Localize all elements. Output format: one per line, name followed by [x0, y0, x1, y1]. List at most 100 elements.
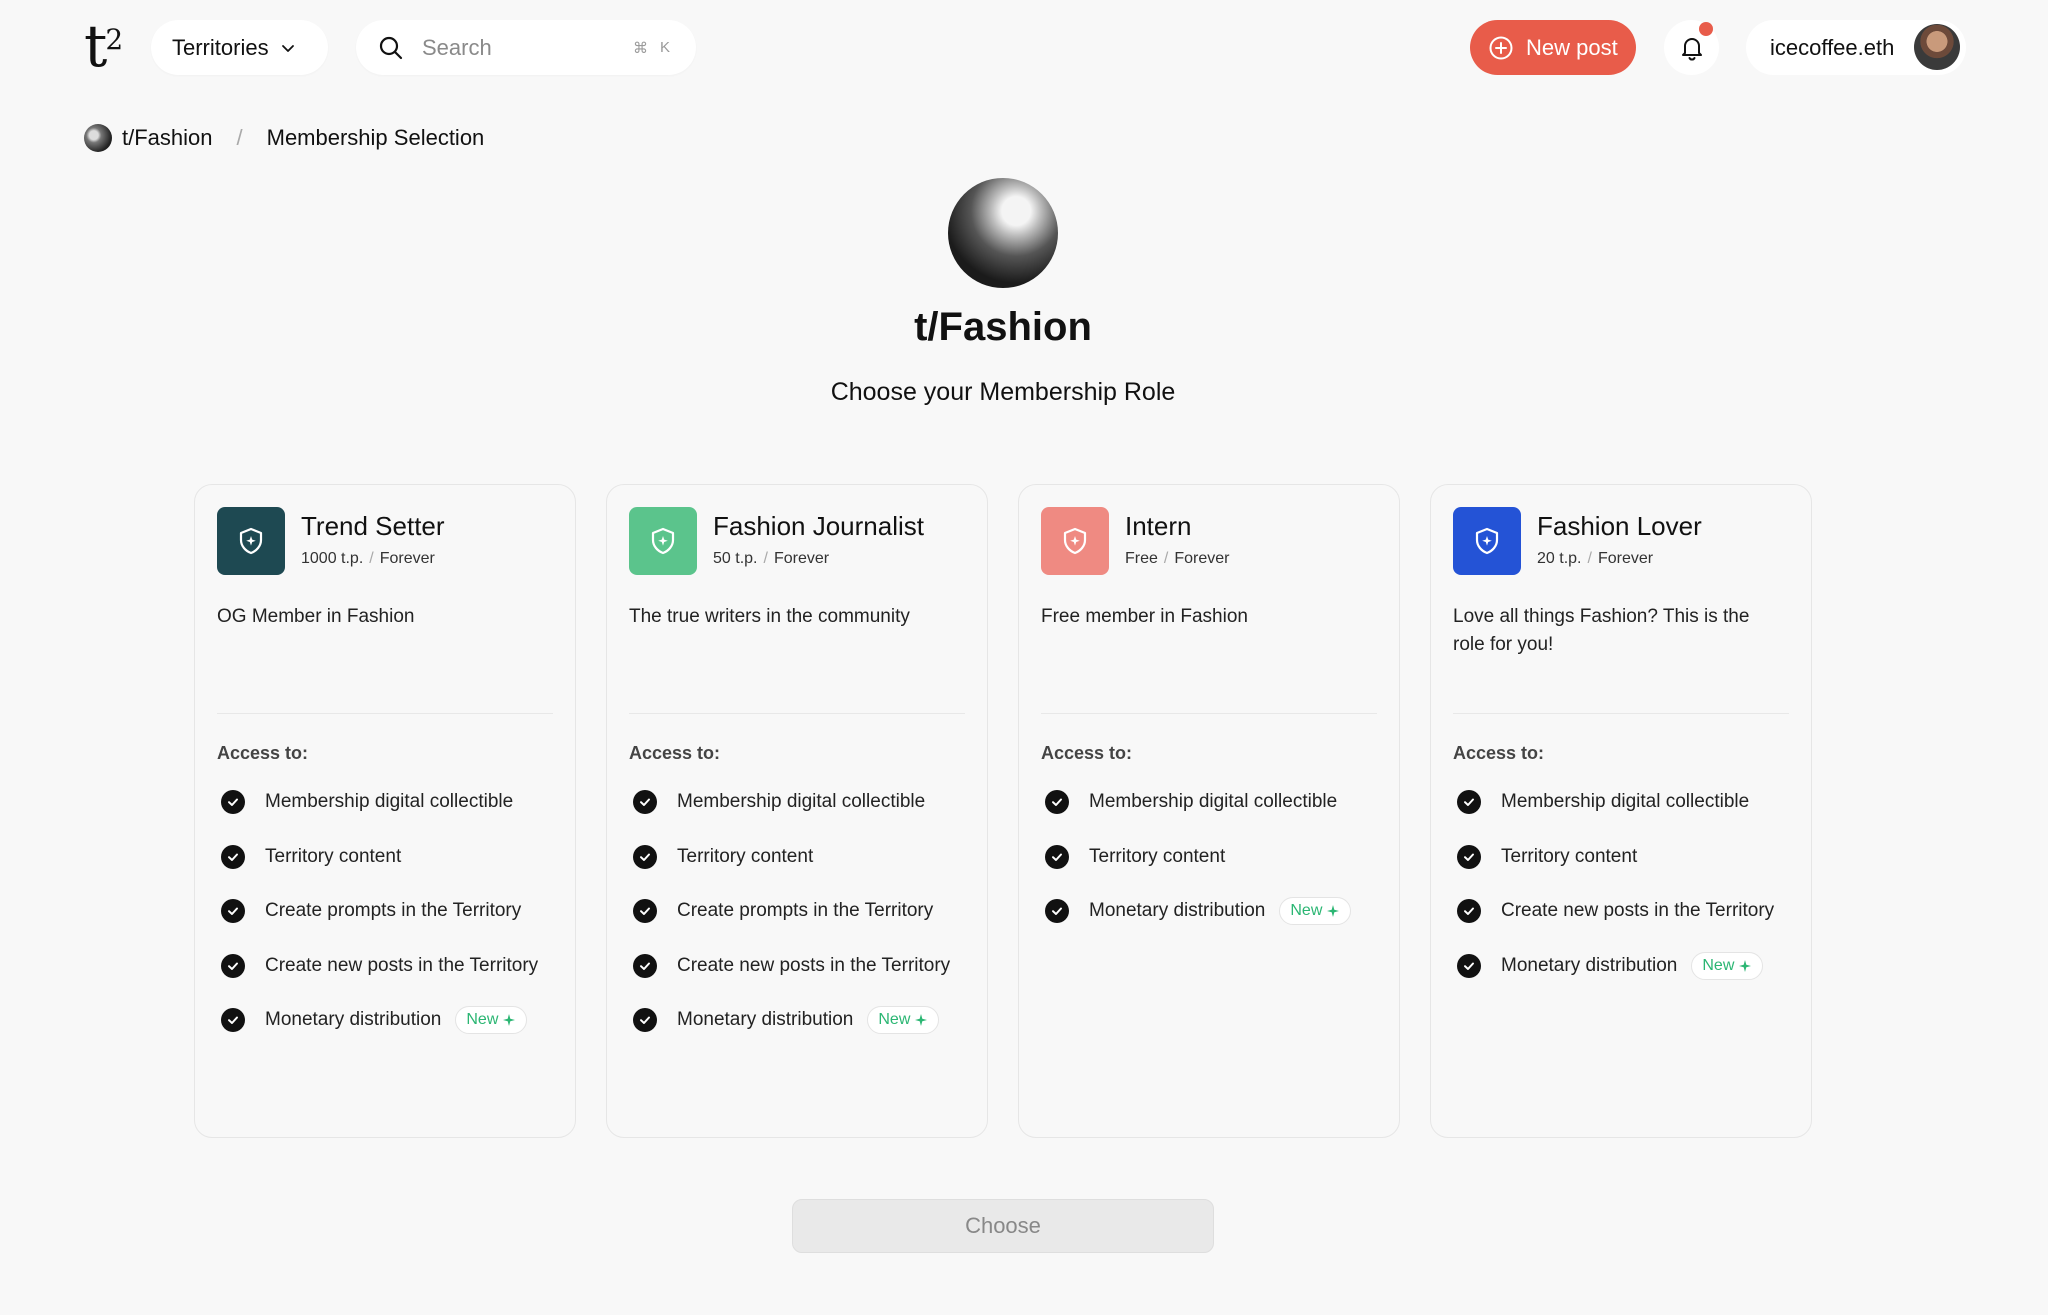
perk-item: Monetary distribution New: [217, 993, 538, 1048]
role-title: Fashion Journalist: [713, 511, 924, 541]
access-label: Access to:: [217, 743, 309, 763]
perk-item: Territory content: [629, 830, 950, 885]
role-card[interactable]: Fashion Journalist 50 t.p. / Forever The tru…: [606, 484, 988, 1138]
access-label: Access to:: [1453, 743, 1545, 763]
check-circle-icon: [633, 790, 657, 815]
perk-text: Create new posts in the Territory: [677, 954, 951, 976]
notification-dot: [1699, 22, 1713, 36]
sparkle-icon: [1327, 905, 1340, 918]
divider: [1453, 713, 1789, 714]
check-circle-icon: [633, 1008, 657, 1033]
choose-button[interactable]: Choose: [792, 1199, 1214, 1253]
avatar: [1914, 24, 1960, 70]
new-post-button[interactable]: New post: [1470, 20, 1636, 75]
perk-item: Territory content: [1041, 830, 1351, 885]
perk-item: Monetary distribution New: [629, 993, 950, 1048]
access-label: Access to:: [629, 743, 721, 763]
territories-label: Territories: [172, 34, 269, 60]
role-card[interactable]: Trend Setter 1000 t.p. / Forever OG Member i…: [194, 484, 576, 1138]
perk-list: Membership digital collectible Territory …: [1041, 775, 1352, 939]
role-duration: Forever: [773, 550, 830, 567]
perk-text: Membership digital collectible: [265, 791, 514, 813]
role-badge: [1041, 507, 1109, 575]
chevron-down-icon: [281, 44, 294, 52]
territories-dropdown[interactable]: Territories: [151, 20, 328, 75]
role-price: 20 t.p.: [1537, 550, 1582, 567]
perk-text: Membership digital collectible: [677, 791, 926, 813]
perk-text: Territory content: [265, 845, 402, 867]
breadcrumb-separator: /: [236, 125, 243, 150]
divider: [1041, 713, 1377, 714]
role-description: The true writers in the community: [629, 606, 910, 627]
perk-item: Create new posts in the Territory: [629, 939, 950, 994]
search-shortcut: ⌘ K: [633, 20, 670, 75]
role-card[interactable]: Fashion Lover 20 t.p. / Forever Love all thi…: [1430, 484, 1812, 1138]
perk-text: Monetary distribution: [1501, 954, 1678, 976]
logo[interactable]: t2: [84, 14, 130, 78]
perk-text: Monetary distribution: [677, 1009, 854, 1031]
notifications-button[interactable]: [1664, 20, 1719, 75]
role-title: Intern: [1125, 511, 1192, 541]
shortcut-key: K: [659, 39, 670, 56]
divider: [217, 713, 553, 714]
check-circle-icon: [221, 790, 245, 815]
new-post-label: New post: [1526, 34, 1618, 60]
check-circle-icon: [633, 953, 657, 978]
search-icon: [379, 36, 403, 59]
new-badge-label: New: [466, 1011, 499, 1029]
check-circle-icon: [1457, 790, 1481, 815]
perk-list: Membership digital collectible Territory …: [629, 775, 950, 1048]
perk-item: Membership digital collectible: [1041, 775, 1351, 830]
check-circle-icon: [1045, 844, 1069, 869]
role-badge: [1453, 507, 1521, 575]
perk-text: Create new posts in the Territory: [1501, 900, 1775, 922]
top-bar: t2 Territories Search ⌘ K New post iceco…: [0, 0, 2048, 96]
check-circle-icon: [221, 1008, 245, 1033]
perk-item: Membership digital collectible: [1453, 775, 1774, 830]
perk-text: Territory content: [1501, 845, 1638, 867]
perk-text: Monetary distribution: [265, 1009, 442, 1031]
perk-item: Membership digital collectible: [629, 775, 950, 830]
role-description: Free member in Fashion: [1041, 606, 1248, 627]
access-label: Access to:: [1041, 743, 1133, 763]
shield-icon: [651, 527, 675, 555]
new-badge-label: New: [1702, 956, 1735, 974]
check-circle-icon: [633, 899, 657, 924]
new-badge-label: New: [878, 1011, 911, 1029]
page-title: t/Fashion: [914, 305, 1092, 349]
role-duration: Forever: [379, 550, 435, 567]
role-title: Fashion Lover: [1537, 511, 1702, 541]
territory-avatar: [84, 124, 112, 152]
plus-circle-icon: [1489, 36, 1513, 59]
divider: [629, 713, 965, 714]
username: icecoffee.eth: [1770, 34, 1895, 60]
perk-text: Territory content: [1089, 845, 1226, 867]
check-circle-icon: [1457, 953, 1481, 978]
perk-text: Create prompts in the Territory: [677, 900, 934, 922]
user-menu[interactable]: icecoffee.eth: [1746, 20, 1966, 75]
search-input[interactable]: Search ⌘ K: [356, 20, 696, 75]
new-badge: New: [867, 1006, 940, 1035]
check-circle-icon: [1045, 790, 1069, 815]
perk-text: Create prompts in the Territory: [265, 900, 522, 922]
perk-list: Membership digital collectible Territory …: [1453, 775, 1774, 993]
breadcrumb-territory-link[interactable]: t/Fashion: [122, 125, 213, 151]
logo-text: t: [84, 12, 108, 80]
check-circle-icon: [221, 953, 245, 978]
sparkle-icon: [503, 1014, 516, 1027]
check-circle-icon: [1457, 899, 1481, 924]
perk-list: Membership digital collectible Territory …: [217, 775, 538, 1048]
meta-separator: /: [1587, 550, 1592, 567]
sparkle-icon: [915, 1014, 928, 1027]
check-circle-icon: [633, 844, 657, 869]
role-meta: 20 t.p. / Forever: [1537, 550, 1653, 568]
perk-item: Monetary distribution New: [1041, 884, 1352, 939]
role-duration: Forever: [1174, 550, 1230, 567]
perk-item: Territory content: [1453, 830, 1774, 885]
role-meta: Free / Forever: [1125, 550, 1229, 568]
perk-item: Territory content: [217, 830, 538, 885]
role-card[interactable]: Intern Free / Forever Free member in Fashion…: [1018, 484, 1400, 1138]
breadcrumb-current: Membership Selection: [266, 125, 485, 150]
role-title: Trend Setter: [301, 511, 445, 541]
role-badge: [217, 507, 285, 575]
